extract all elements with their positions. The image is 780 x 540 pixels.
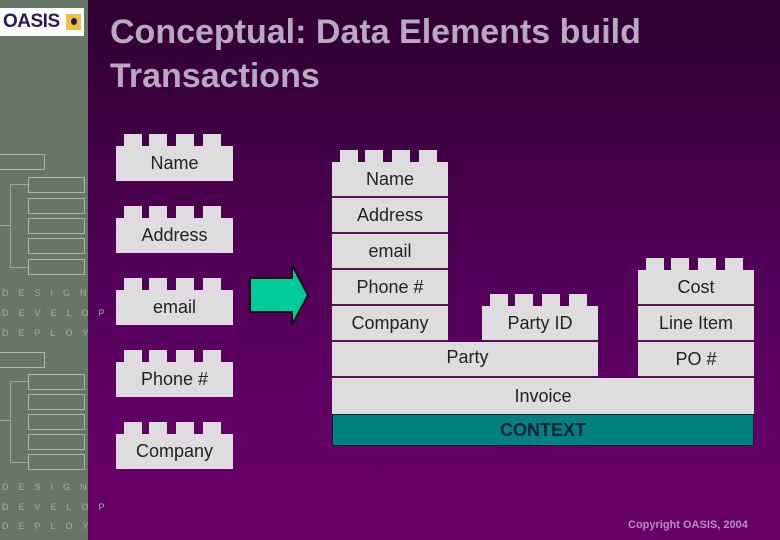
brick-stud: [124, 350, 142, 362]
brick-stud: [149, 206, 167, 218]
party-brick: Party: [332, 342, 598, 378]
brick-stud: [569, 294, 587, 306]
brick-stud: [646, 258, 664, 270]
brick-stud: [392, 150, 410, 162]
brick-stud: [149, 278, 167, 290]
decor-line: [10, 184, 28, 268]
sidebar-word-develop: DEVELOP: [2, 502, 115, 512]
data-element-brick: Company: [116, 434, 233, 469]
decor-box: [28, 434, 85, 450]
copyright-text: Copyright OASIS, 2004: [628, 519, 748, 531]
decor-box: [28, 198, 85, 214]
invoice-brick: Invoice: [332, 378, 754, 414]
sidebar-word-design: DESIGN: [2, 482, 97, 492]
party-stack-brick: email: [332, 234, 448, 270]
party-id-brick: Party ID: [482, 306, 598, 342]
decor-box: [28, 414, 85, 430]
brick-stud: [149, 350, 167, 362]
brick-stud: [149, 134, 167, 146]
brick-stud: [725, 258, 743, 270]
brick-stud: [176, 206, 194, 218]
brick-stud: [203, 134, 221, 146]
sidebar-word-develop: DEVELOP: [2, 308, 115, 318]
decor-box: [0, 154, 45, 170]
oasis-logo-mark-icon: [66, 14, 81, 30]
decor-line: [0, 420, 10, 421]
brick-stud: [671, 258, 689, 270]
decor-box: [28, 177, 85, 193]
sidebar-word-deploy: DEPLOY: [2, 328, 99, 338]
brick-stud: [365, 150, 383, 162]
brick-stud: [340, 150, 358, 162]
party-stack-brick: Company: [332, 306, 448, 342]
data-element-brick: Address: [116, 218, 233, 253]
decor-line: [0, 225, 10, 226]
brick-stud: [124, 206, 142, 218]
line-item-stack-brick: Cost: [638, 270, 754, 306]
decor-box: [28, 259, 85, 275]
brick-stud: [542, 294, 560, 306]
brick-stud: [124, 422, 142, 434]
brick-stud: [515, 294, 533, 306]
brick-stud: [419, 150, 437, 162]
brick-stud: [149, 422, 167, 434]
decor-box: [28, 374, 85, 390]
slide-title: Conceptual: Data Elements build Transact…: [110, 10, 760, 98]
oasis-logo: OASIS: [0, 8, 84, 36]
brick-stud: [490, 294, 508, 306]
brick-stud: [203, 278, 221, 290]
brick-stud: [124, 134, 142, 146]
decor-line: [10, 381, 28, 463]
line-item-stack-brick: Line Item: [638, 306, 754, 342]
decor-box: [28, 238, 85, 254]
title-line-2: Transactions: [110, 57, 320, 95]
decor-box: [0, 352, 45, 368]
sidebar: OASIS DESIGN DEVELOP DEPLOY DESIGN DEVEL…: [0, 0, 105, 540]
data-element-brick: Phone #: [116, 362, 233, 397]
decor-box: [28, 454, 85, 470]
sidebar-word-design: DESIGN: [2, 288, 97, 298]
party-stack-brick: Phone #: [332, 270, 448, 306]
data-element-brick: email: [116, 290, 233, 325]
decor-box: [28, 218, 85, 234]
party-stack-brick: Address: [332, 198, 448, 234]
brick-stud: [176, 350, 194, 362]
brick-stud: [203, 422, 221, 434]
brick-stud: [176, 278, 194, 290]
data-element-brick: Name: [116, 146, 233, 181]
brick-stud: [698, 258, 716, 270]
brick-stud: [176, 134, 194, 146]
decor-box: [28, 394, 85, 410]
brick-stud: [203, 350, 221, 362]
logo-text: OASIS: [3, 11, 60, 32]
right-arrow-icon: [249, 264, 310, 326]
context-bar: CONTEXT: [332, 414, 754, 446]
brick-stud: [124, 278, 142, 290]
title-line-1: Conceptual: Data Elements build: [110, 13, 641, 51]
brick-stud: [176, 422, 194, 434]
sidebar-word-deploy: DEPLOY: [2, 521, 99, 531]
line-item-stack-brick: PO #: [638, 342, 754, 378]
brick-stud: [203, 206, 221, 218]
party-stack-brick: Name: [332, 162, 448, 198]
